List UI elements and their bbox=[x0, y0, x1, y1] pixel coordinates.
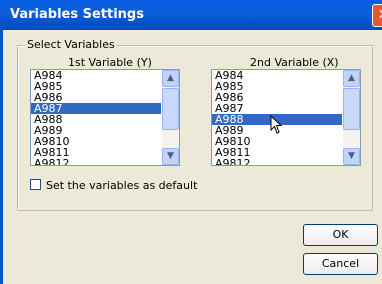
window-title: Variables Settings bbox=[10, 7, 144, 22]
scroll-down-icon[interactable]: ▼ bbox=[162, 148, 179, 165]
variable-y-listbox[interactable]: A984 A985 A986 A987 A988 A989 A9810 A9811 A9812 … bbox=[30, 69, 180, 166]
scroll-thumb[interactable] bbox=[162, 88, 179, 130]
group-label: Select Variables bbox=[25, 38, 117, 51]
default-checkbox[interactable] bbox=[30, 179, 41, 190]
variable-x-listbox[interactable]: A984 A985 A986 A987 A988 A989 A9810 A9811 A9812 … bbox=[211, 69, 361, 166]
list-x-header: 2nd Variable (X) bbox=[250, 56, 339, 69]
scroll-thumb[interactable] bbox=[343, 88, 360, 130]
list-item[interactable]: A9812 bbox=[31, 158, 161, 165]
window-frame bbox=[0, 30, 3, 284]
close-icon[interactable]: ✕ bbox=[372, 4, 382, 27]
scroll-up-icon[interactable]: ▲ bbox=[343, 70, 360, 87]
list-y-items: A984 A985 A986 A987 A988 A989 A9810 A9811 A9812 bbox=[31, 70, 161, 165]
default-checkbox-label[interactable]: Set the variables as default bbox=[46, 179, 197, 192]
list-y-header: 1st Variable (Y) bbox=[68, 56, 152, 69]
scroll-down-icon[interactable]: ▼ bbox=[343, 148, 360, 165]
list-x-scrollbar[interactable]: ▲ ▼ bbox=[343, 70, 360, 165]
scroll-up-icon[interactable]: ▲ bbox=[162, 70, 179, 87]
list-y-scrollbar[interactable]: ▲ ▼ bbox=[162, 70, 179, 165]
cancel-button[interactable]: Cancel bbox=[303, 253, 378, 275]
ok-button[interactable]: OK bbox=[303, 224, 378, 246]
title-bar[interactable]: Variables Settings ✕ bbox=[0, 0, 382, 30]
list-item[interactable]: A9812 bbox=[212, 158, 342, 165]
mouse-pointer-icon bbox=[270, 115, 283, 134]
